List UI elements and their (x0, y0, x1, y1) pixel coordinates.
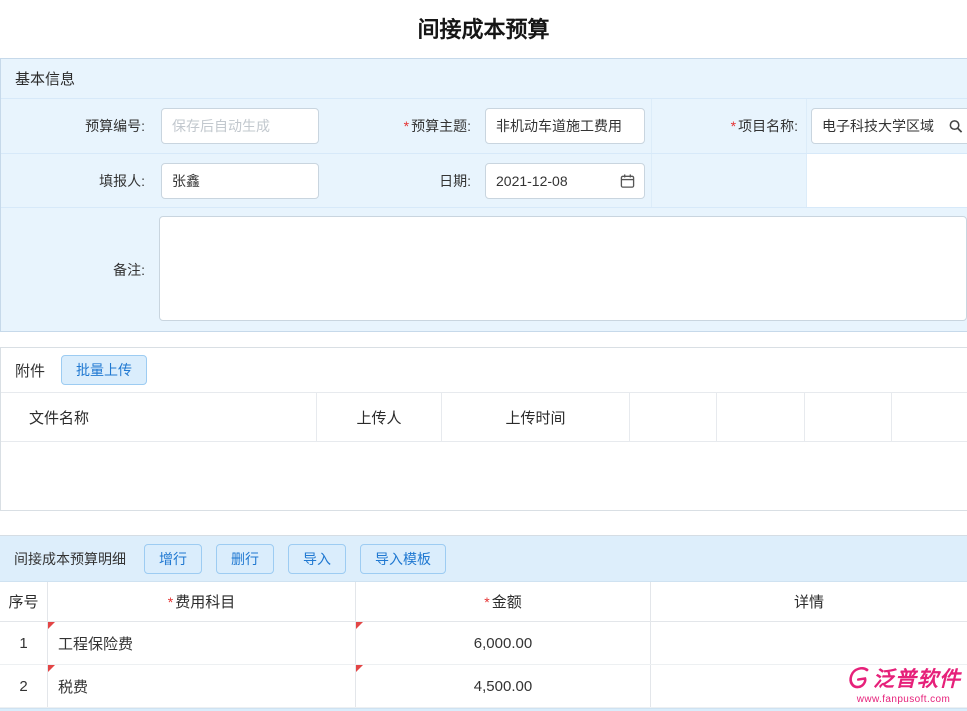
empty-label-cell (651, 154, 806, 207)
cell-modified-marker (356, 665, 363, 672)
required-marker: * (404, 118, 409, 134)
basic-info-section-title: 基本信息 (1, 59, 967, 99)
watermark-brand-text: 泛普软件 (873, 663, 961, 693)
expense-subject-value: 工程保险费 (58, 633, 133, 654)
filler-cell (153, 154, 326, 207)
basic-row-1: 预算编号: * 预算主题: * 项目名称: (1, 99, 967, 153)
col-empty-4 (891, 393, 967, 441)
cell-modified-marker (48, 622, 55, 629)
basic-row-remark: 备注: (1, 207, 967, 331)
date-label: 日期: (326, 154, 479, 207)
detail-table-header: 序号 * 费用科目 * 金额 详情 (0, 582, 967, 622)
filler-label: 填报人: (1, 154, 153, 207)
row-seq: 2 (0, 665, 47, 707)
watermark-brand-row: 泛普软件 (846, 663, 961, 693)
detail-toolbar: 间接成本预算明细 增行 删行 导入 导入模板 (0, 536, 967, 582)
search-icon[interactable] (948, 119, 963, 134)
cell-modified-marker (356, 622, 363, 629)
attachments-panel: 附件 批量上传 文件名称 上传人 上传时间 (0, 347, 967, 511)
filler-input[interactable] (161, 163, 319, 199)
detail-cell (650, 622, 967, 664)
project-cell (806, 99, 967, 153)
remark-cell (153, 208, 967, 331)
amount-value: 6,000.00 (474, 635, 532, 652)
col-empty-2 (716, 393, 804, 441)
col-amount: * 金额 (355, 582, 650, 621)
detail-row-1: 1 工程保险费 6,000.00 (0, 622, 967, 665)
attachments-section-title: 附件 (15, 360, 45, 381)
watermark: 泛普软件 www.fanpusoft.com (846, 663, 961, 705)
expense-subject-cell[interactable]: 工程保险费 (47, 622, 355, 664)
col-expense-subject-text: 费用科目 (175, 591, 235, 612)
project-label-text: 项目名称: (738, 116, 798, 136)
batch-upload-button[interactable]: 批量上传 (61, 355, 147, 385)
attachments-table-header: 文件名称 上传人 上传时间 (1, 392, 967, 442)
subject-cell (479, 99, 651, 153)
col-empty-3 (804, 393, 891, 441)
amount-cell[interactable]: 4,500.00 (355, 665, 650, 707)
detail-section-title: 间接成本预算明细 (14, 549, 126, 569)
required-marker: * (168, 594, 173, 610)
watermark-site-text: www.fanpusoft.com (846, 694, 961, 705)
page-title: 间接成本预算 (0, 0, 967, 58)
attachments-header: 附件 批量上传 (1, 348, 967, 392)
amount-value: 4,500.00 (474, 678, 532, 695)
page: 间接成本预算 基本信息 预算编号: * 预算主题: * 项目名称: (0, 0, 967, 711)
project-input-wrap (811, 108, 967, 144)
col-amount-text: 金额 (492, 591, 522, 612)
add-row-button[interactable]: 增行 (144, 544, 202, 574)
date-cell (479, 154, 651, 207)
remark-textarea[interactable] (159, 216, 967, 321)
import-button[interactable]: 导入 (288, 544, 346, 574)
col-detail: 详情 (650, 582, 967, 621)
remark-label: 备注: (1, 208, 153, 331)
basic-row-2: 填报人: 日期: (1, 153, 967, 207)
detail-panel: 间接成本预算明细 增行 删行 导入 导入模板 序号 * 费用科目 * 金额 详情… (0, 535, 967, 711)
subject-label: * 预算主题: (326, 99, 479, 153)
delete-row-button[interactable]: 删行 (216, 544, 274, 574)
basic-info-panel: 基本信息 预算编号: * 预算主题: * 项目名称: (0, 58, 967, 332)
empty-field-cell (806, 154, 967, 207)
col-file-name: 文件名称 (1, 393, 316, 441)
fanpu-logo-icon (844, 665, 872, 691)
import-template-button[interactable]: 导入模板 (360, 544, 446, 574)
date-input-wrap (485, 163, 645, 199)
project-name-input[interactable] (811, 108, 967, 144)
col-seq: 序号 (0, 582, 47, 621)
expense-subject-cell[interactable]: 税费 (47, 665, 355, 707)
amount-cell[interactable]: 6,000.00 (355, 622, 650, 664)
subject-input[interactable] (485, 108, 645, 144)
required-marker: * (731, 118, 736, 134)
col-upload-time: 上传时间 (441, 393, 629, 441)
budget-no-input[interactable] (161, 108, 319, 144)
col-uploader: 上传人 (316, 393, 441, 441)
project-label: * 项目名称: (651, 99, 806, 153)
calendar-icon[interactable] (620, 173, 635, 188)
cell-modified-marker (48, 665, 55, 672)
budget-no-cell (153, 99, 326, 153)
attachments-empty-body (1, 442, 967, 510)
row-seq: 1 (0, 622, 47, 664)
expense-subject-value: 税费 (58, 676, 88, 697)
col-empty-1 (629, 393, 716, 441)
budget-no-label: 预算编号: (1, 99, 153, 153)
subject-label-text: 预算主题: (411, 116, 471, 136)
required-marker: * (484, 594, 489, 610)
detail-row-2: 2 税费 4,500.00 (0, 665, 967, 708)
col-expense-subject: * 费用科目 (47, 582, 355, 621)
